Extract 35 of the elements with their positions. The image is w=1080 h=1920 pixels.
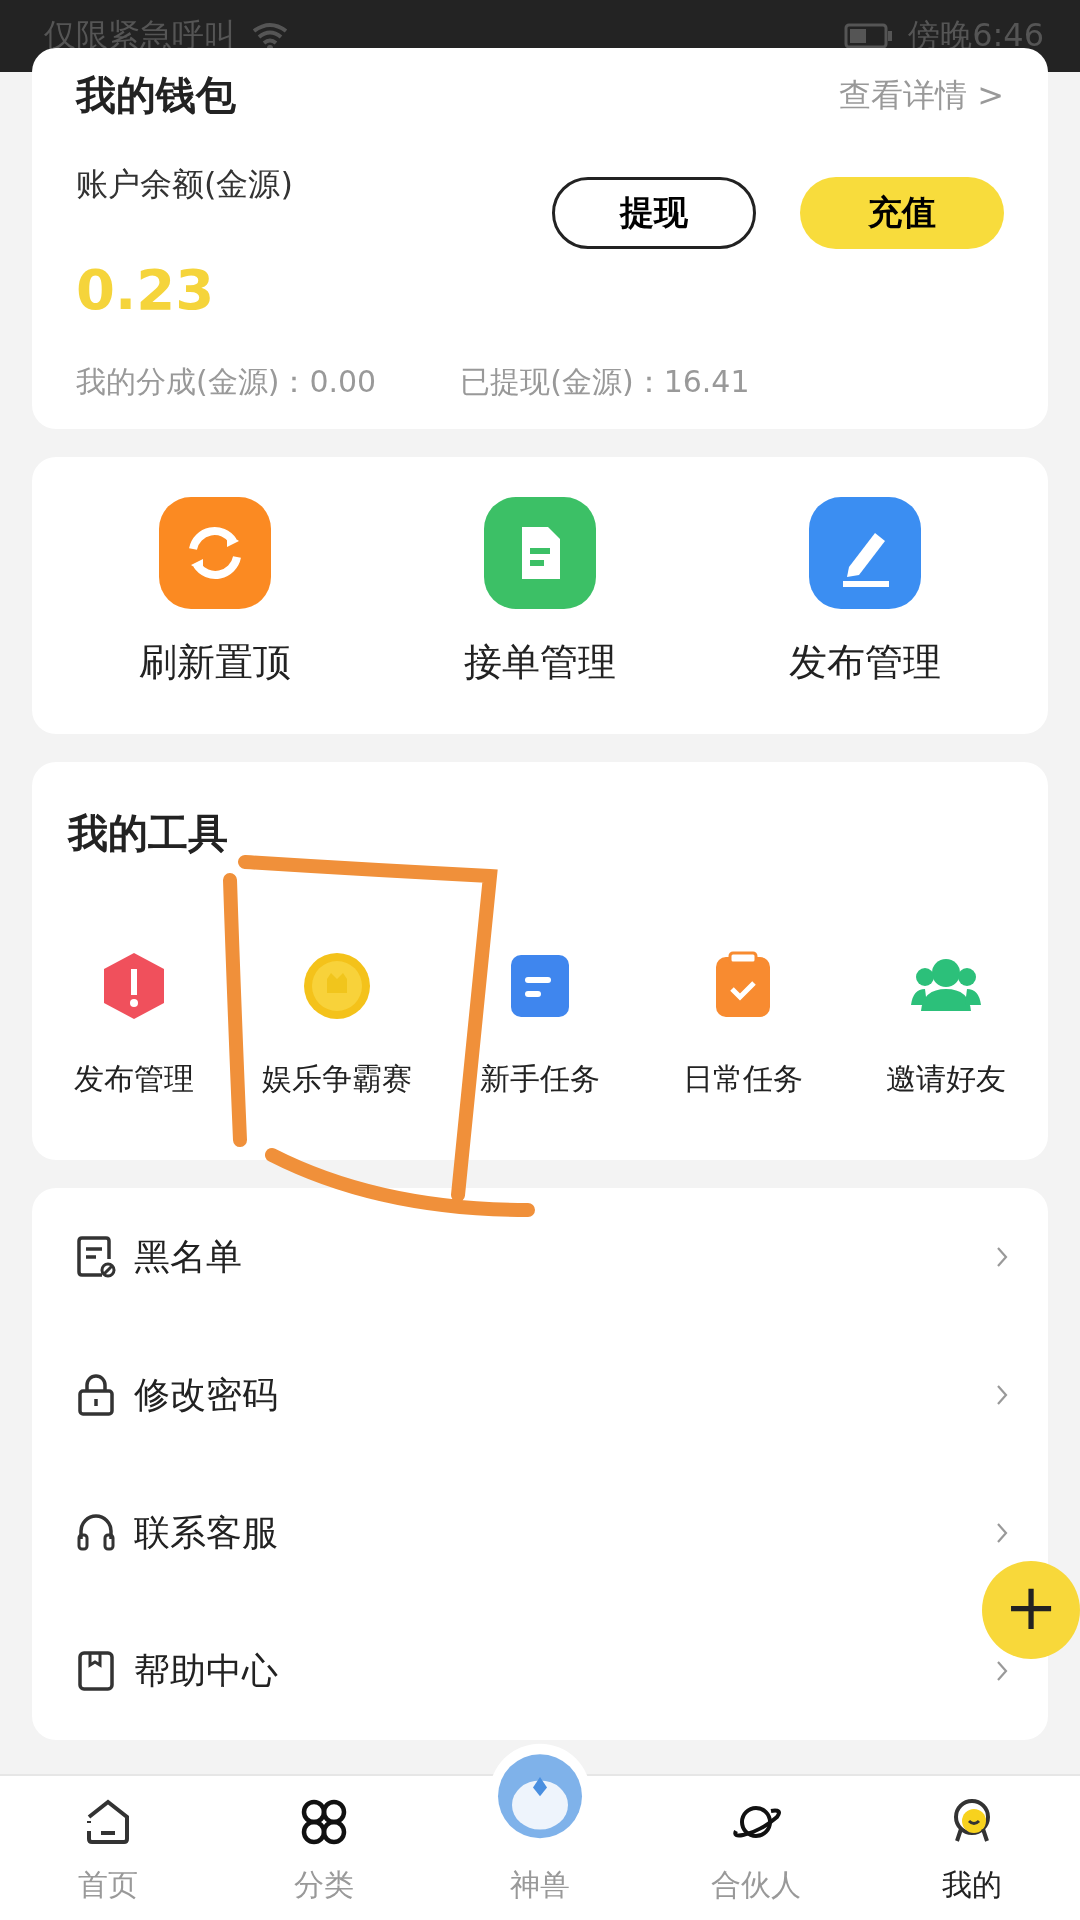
quick-action[interactable]: 发布管理	[745, 497, 986, 688]
menu-item[interactable]: 联系客服	[76, 1508, 278, 1558]
battery-icon	[844, 23, 895, 49]
tool-item[interactable]: 新手任务	[438, 951, 642, 1100]
quick-action[interactable]: 接单管理	[420, 497, 660, 688]
quick-action[interactable]: 刷新置顶	[94, 497, 335, 688]
chevron-icon	[996, 1384, 1008, 1406]
balance-label: 账户余额(金源)	[76, 164, 294, 205]
menu-item[interactable]: 黑名单	[76, 1232, 242, 1282]
chevron-icon	[996, 1522, 1008, 1544]
balance-value: 0.23	[76, 257, 216, 322]
withdrawn-text: 已提现(金源)：16.41	[460, 363, 750, 401]
wallet-title: 我的钱包	[76, 71, 236, 120]
recharge-button[interactable]: 充值	[800, 176, 1004, 249]
tools-title: 我的工具	[68, 810, 228, 856]
menu-item[interactable]: 修改密码	[76, 1370, 278, 1420]
chevron-icon	[996, 1246, 1008, 1268]
menu-item[interactable]: 帮助中心	[76, 1646, 278, 1696]
tool-item[interactable]: 日常任务	[641, 951, 845, 1100]
tool-item[interactable]: 娱乐争霸赛	[235, 951, 439, 1100]
list-icon	[76, 1235, 116, 1279]
withdraw-button[interactable]: 提现	[552, 176, 756, 249]
tool-item[interactable]: 邀请好友	[844, 951, 1048, 1100]
lock-icon	[76, 1373, 116, 1417]
tab[interactable]: 我的	[864, 1776, 1080, 1920]
grid-icon	[299, 1797, 349, 1847]
coin-icon	[301, 951, 372, 1021]
chevron-icon	[996, 1660, 1008, 1682]
pencil-icon	[809, 497, 922, 609]
tool-item[interactable]: 发布管理	[32, 951, 236, 1100]
refresh-icon	[158, 497, 271, 609]
wifi-icon	[250, 21, 290, 51]
document-icon	[484, 497, 596, 609]
share-text: 我的分成(金源)：0.00	[76, 363, 377, 401]
book-icon	[76, 1649, 116, 1693]
